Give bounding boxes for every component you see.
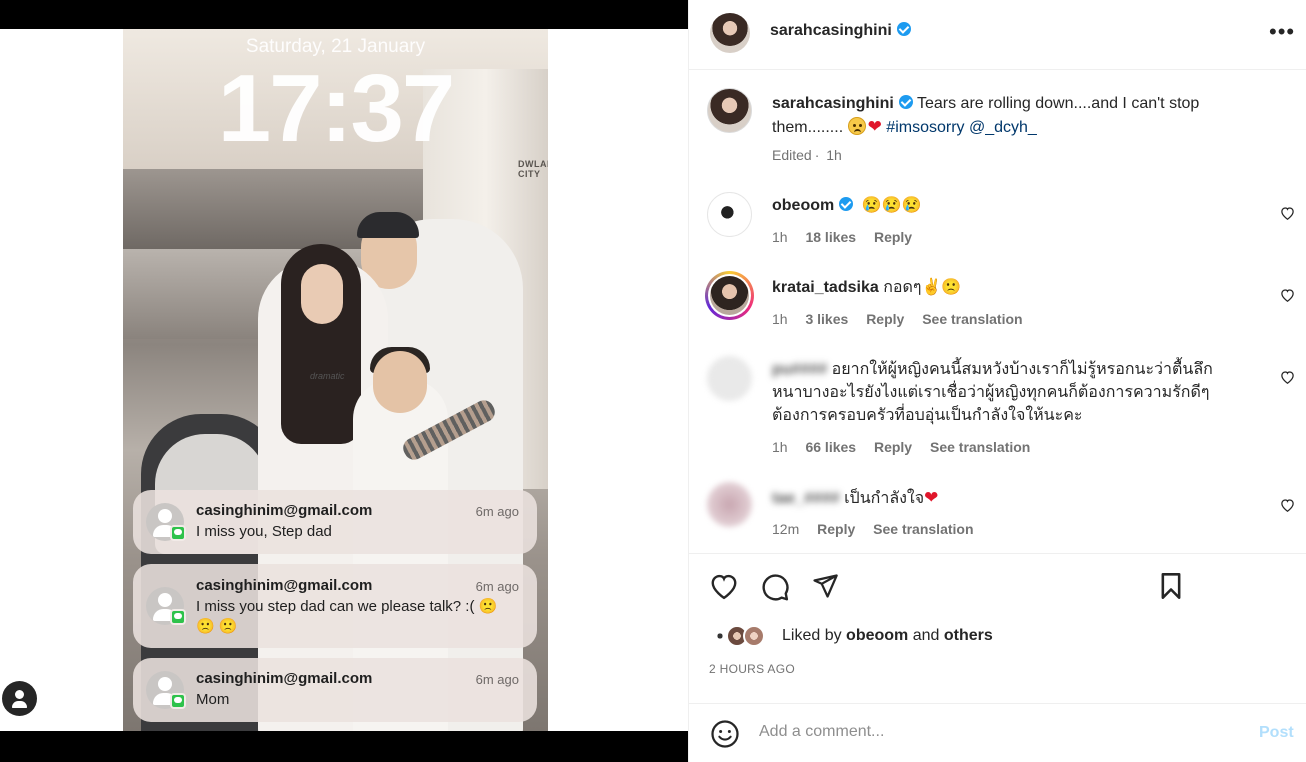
emoji-picker-icon[interactable] (710, 719, 740, 749)
comment-meta: 12m Reply See translation (772, 521, 988, 537)
liked-by-line: Liked by obeoom and others (782, 627, 993, 645)
letterbox-top (0, 0, 688, 29)
post-media: DWLAI CITY dramatic Saturday, 21 January… (0, 0, 688, 762)
comment-bubble-icon[interactable] (760, 572, 790, 602)
comment-username[interactable]: pu#### (772, 361, 827, 378)
liked-by-others[interactable]: others (944, 627, 993, 644)
messages-app-icon (170, 609, 186, 625)
comment-text-row: kratai_tadsika กอดๆ✌🙁 (772, 276, 1252, 299)
liked-by-label: Liked by (782, 627, 842, 644)
like-comment-heart-icon[interactable] (1280, 498, 1295, 512)
verified-badge-icon (839, 197, 854, 211)
comment-text: อยากให้ผู้หญิงคนนี้สมหวังบ้างเราก็ไม่รู้… (772, 361, 1213, 424)
save-bookmark-icon[interactable] (1159, 572, 1183, 600)
author-avatar[interactable] (710, 13, 750, 53)
notification-card: casinghinim@gmail.com I miss you, Step d… (133, 490, 537, 554)
messages-app-icon (170, 693, 186, 709)
commenter-avatar[interactable] (707, 482, 752, 527)
comment-text-row: tae_#### เป็นกำลังใจ❤ (772, 486, 1252, 510)
see-translation-link[interactable]: See translation (930, 439, 1030, 455)
post-comment-button[interactable]: Post (1259, 724, 1294, 742)
caption-time[interactable]: 1h (826, 147, 842, 163)
post-sidebar: sarahcasinghini ••• sarahcasinghini Tear… (688, 0, 1306, 762)
comment-meta: 1h 18 likes Reply (772, 229, 926, 245)
notification-time: 6m ago (475, 504, 519, 519)
verified-badge-icon (898, 95, 913, 109)
caption-avatar[interactable] (707, 88, 752, 133)
reply-button[interactable]: Reply (874, 439, 912, 455)
comment-meta: 1h 66 likes Reply See translation (772, 439, 1044, 455)
lockscreen-time: 17:37 (217, 55, 456, 162)
comment-time[interactable]: 1h (772, 439, 788, 455)
more-options-icon[interactable]: ••• (1269, 21, 1295, 43)
like-comment-heart-icon[interactable] (1280, 206, 1295, 220)
comment-input[interactable]: Add a comment... (759, 723, 884, 741)
see-translation-link[interactable]: See translation (873, 521, 973, 537)
like-comment-heart-icon[interactable] (1280, 370, 1295, 384)
liked-by-and: and (912, 627, 940, 644)
notification-card: casinghinim@gmail.com I miss you step da… (133, 564, 537, 648)
mention-link[interactable]: @_dcyh_ (969, 119, 1037, 136)
commenter-avatar[interactable] (707, 192, 752, 237)
sad-face-emoji-icon (847, 117, 866, 135)
comment-text-row: pu#### อยากให้ผู้หญิงคนนี้สมหวังบ้างเราก… (772, 358, 1242, 427)
reply-button[interactable]: Reply (866, 311, 904, 327)
comment-likes[interactable]: 3 likes (805, 311, 848, 327)
add-comment-bar: Add a comment... Post (689, 703, 1306, 762)
mall-sign: DWLAI CITY (518, 159, 548, 179)
post-timestamp[interactable]: 2 HOURS AGO (709, 662, 795, 676)
caption-username[interactable]: sarahcasinghini (772, 95, 894, 112)
lockscreen-image: DWLAI CITY dramatic Saturday, 21 January… (123, 29, 548, 731)
notification-card: casinghinim@gmail.com Mom 6m ago (133, 658, 537, 722)
letterbox-bottom (0, 731, 688, 762)
post-header: sarahcasinghini ••• (689, 0, 1306, 70)
notification-message: I miss you step dad can we please talk? … (196, 598, 498, 635)
author-username-row: sarahcasinghini (770, 22, 911, 40)
comment-username[interactable]: tae_#### (772, 490, 840, 507)
section-divider (689, 553, 1306, 554)
notification-time: 6m ago (475, 672, 519, 687)
liked-by-user[interactable]: obeoom (846, 627, 908, 644)
liker-avatar[interactable] (743, 625, 765, 647)
caption-meta: Edited · 1h (772, 147, 842, 163)
comment-username[interactable]: obeoom (772, 197, 834, 214)
reply-button[interactable]: Reply (817, 521, 855, 537)
verified-badge-icon (896, 22, 911, 36)
shirt-print: dramatic (310, 371, 345, 381)
comment-username[interactable]: kratai_tadsika (772, 279, 879, 296)
notification-sender: casinghinim@gmail.com (196, 502, 373, 519)
share-send-icon[interactable] (810, 572, 840, 600)
commenter-avatar[interactable] (707, 356, 752, 401)
notification-sender: casinghinim@gmail.com (196, 670, 373, 687)
comment-text-row: obeoom 😢😢😢 (772, 194, 1252, 217)
notification-message: Mom (196, 691, 230, 708)
comment-meta: 1h 3 likes Reply See translation (772, 311, 1037, 327)
comment-text: กอดๆ✌🙁 (883, 279, 962, 296)
notification-sender: casinghinim@gmail.com (196, 577, 373, 594)
comment-time[interactable]: 1h (772, 229, 788, 245)
like-comment-heart-icon[interactable] (1280, 288, 1295, 302)
red-heart-emoji-icon: ❤ (867, 117, 882, 136)
instagram-post-modal: DWLAI CITY dramatic Saturday, 21 January… (0, 0, 1306, 762)
comment-text: 😢😢😢 (861, 197, 922, 214)
edited-label: Edited (772, 147, 812, 163)
notification-message: I miss you, Step dad (196, 523, 332, 540)
commenter-avatar-story-ring[interactable] (705, 271, 754, 320)
comment-likes[interactable]: 18 likes (805, 229, 856, 245)
see-translation-link[interactable]: See translation (922, 311, 1022, 327)
like-heart-icon[interactable] (709, 572, 739, 600)
tagged-users-icon[interactable] (2, 681, 37, 716)
comment-time[interactable]: 12m (772, 521, 799, 537)
comment-text: เป็นกำลังใจ (844, 490, 925, 507)
comment-time[interactable]: 1h (772, 311, 788, 327)
post-caption: sarahcasinghini Tears are rolling down..… (772, 92, 1272, 139)
messages-app-icon (170, 525, 186, 541)
reply-button[interactable]: Reply (874, 229, 912, 245)
hashtag-link[interactable]: #imsosorry (886, 119, 964, 136)
author-username[interactable]: sarahcasinghini (770, 22, 892, 39)
red-heart-emoji-icon: ❤ (924, 488, 939, 507)
notification-time: 6m ago (475, 579, 519, 594)
comment-likes[interactable]: 66 likes (805, 439, 856, 455)
